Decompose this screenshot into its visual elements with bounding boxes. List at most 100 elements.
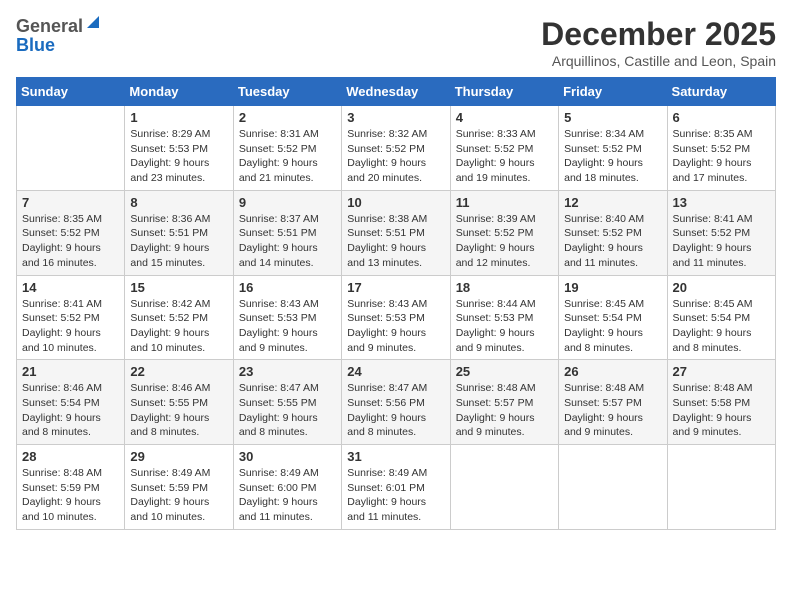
calendar-cell: 21 Sunrise: 8:46 AM Sunset: 5:54 PM Dayli… (17, 360, 125, 445)
day-number: 15 (130, 280, 227, 295)
logo-blue-text: Blue (16, 35, 55, 56)
day-number: 13 (673, 195, 770, 210)
location: Arquillinos, Castille and Leon, Spain (541, 53, 776, 69)
day-info: Sunrise: 8:37 AM Sunset: 5:51 PM Dayligh… (239, 212, 336, 271)
day-info: Sunrise: 8:48 AM Sunset: 5:59 PM Dayligh… (22, 466, 119, 525)
calendar-cell: 29Sunrise: 8:49 AM Sunset: 5:59 PM Dayli… (125, 445, 233, 530)
page-header: General Blue December 2025 Arquillinos, … (16, 16, 776, 69)
day-info: Sunrise: 8:43 AM Sunset: 5:53 PM Dayligh… (347, 297, 444, 356)
day-number: 28 (22, 449, 119, 464)
day-number: 19 (564, 280, 661, 295)
day-number: 3 (347, 110, 444, 125)
day-info: Sunrise: 8:41 AM Sunset: 5:52 PM Dayligh… (673, 212, 770, 271)
day-number: 26 (564, 364, 661, 379)
calendar-cell: 31 Sunrise: 8:49 AM Sunset: 6:01 PM Dayli… (342, 445, 450, 530)
calendar-cell: 28 Sunrise: 8:48 AM Sunset: 5:59 PM Dayli… (17, 445, 125, 530)
day-info: Sunrise: 8:48 AM Sunset: 5:57 PM Dayligh… (564, 381, 661, 440)
calendar-table: SundayMondayTuesdayWednesdayThursdayFrid… (16, 77, 776, 530)
calendar-cell: 19 Sunrise: 8:45 AM Sunset: 5:54 PM Dayli… (559, 275, 667, 360)
day-info: Sunrise: 8:39 AM Sunset: 5:52 PM Dayligh… (456, 212, 553, 271)
day-info: Sunrise: 8:46 AM Sunset: 5:55 PM Dayligh… (130, 381, 227, 440)
calendar-cell: 25 Sunrise: 8:48 AM Sunset: 5:57 PM Dayli… (450, 360, 558, 445)
logo: General Blue (16, 16, 99, 56)
day-info: Sunrise: 8:42 AM Sunset: 5:52 PM Dayligh… (130, 297, 227, 356)
calendar-cell (667, 445, 775, 530)
calendar-week-row: 28 Sunrise: 8:48 AM Sunset: 5:59 PM Dayli… (17, 445, 776, 530)
day-info: Sunrise: 8:45 AM Sunset: 5:54 PM Dayligh… (564, 297, 661, 356)
calendar-cell: 14Sunrise: 8:41 AM Sunset: 5:52 PM Dayli… (17, 275, 125, 360)
calendar-cell: 20 Sunrise: 8:45 AM Sunset: 5:54 PM Dayli… (667, 275, 775, 360)
calendar-week-row: 1 Sunrise: 8:29 AM Sunset: 5:53 PM Daylig… (17, 106, 776, 191)
calendar-cell: 18 Sunrise: 8:44 AM Sunset: 5:53 PM Dayli… (450, 275, 558, 360)
day-info: Sunrise: 8:47 AM Sunset: 5:56 PM Dayligh… (347, 381, 444, 440)
calendar-week-row: 14Sunrise: 8:41 AM Sunset: 5:52 PM Dayli… (17, 275, 776, 360)
day-info: Sunrise: 8:36 AM Sunset: 5:51 PM Dayligh… (130, 212, 227, 271)
day-number: 11 (456, 195, 553, 210)
day-info: Sunrise: 8:34 AM Sunset: 5:52 PM Dayligh… (564, 127, 661, 186)
day-info: Sunrise: 8:31 AM Sunset: 5:52 PM Dayligh… (239, 127, 336, 186)
calendar-cell: 26 Sunrise: 8:48 AM Sunset: 5:57 PM Dayli… (559, 360, 667, 445)
day-info: Sunrise: 8:44 AM Sunset: 5:53 PM Dayligh… (456, 297, 553, 356)
calendar-cell: 3Sunrise: 8:32 AM Sunset: 5:52 PM Daylig… (342, 106, 450, 191)
day-number: 12 (564, 195, 661, 210)
day-header-tuesday: Tuesday (233, 78, 341, 106)
day-number: 4 (456, 110, 553, 125)
day-info: Sunrise: 8:45 AM Sunset: 5:54 PM Dayligh… (673, 297, 770, 356)
day-number: 5 (564, 110, 661, 125)
day-info: Sunrise: 8:38 AM Sunset: 5:51 PM Dayligh… (347, 212, 444, 271)
day-info: Sunrise: 8:33 AM Sunset: 5:52 PM Dayligh… (456, 127, 553, 186)
day-info: Sunrise: 8:49 AM Sunset: 6:00 PM Dayligh… (239, 466, 336, 525)
day-info: Sunrise: 8:48 AM Sunset: 5:58 PM Dayligh… (673, 381, 770, 440)
day-number: 22 (130, 364, 227, 379)
calendar-cell: 16 Sunrise: 8:43 AM Sunset: 5:53 PM Dayli… (233, 275, 341, 360)
calendar-week-row: 21 Sunrise: 8:46 AM Sunset: 5:54 PM Dayli… (17, 360, 776, 445)
calendar-cell (559, 445, 667, 530)
day-header-thursday: Thursday (450, 78, 558, 106)
day-number: 6 (673, 110, 770, 125)
day-number: 25 (456, 364, 553, 379)
day-info: Sunrise: 8:47 AM Sunset: 5:55 PM Dayligh… (239, 381, 336, 440)
calendar-cell: 11 Sunrise: 8:39 AM Sunset: 5:52 PM Dayli… (450, 190, 558, 275)
day-info: Sunrise: 8:48 AM Sunset: 5:57 PM Dayligh… (456, 381, 553, 440)
month-title: December 2025 (541, 16, 776, 53)
day-number: 1 (130, 110, 227, 125)
calendar-cell: 9Sunrise: 8:37 AM Sunset: 5:51 PM Daylig… (233, 190, 341, 275)
day-header-saturday: Saturday (667, 78, 775, 106)
day-info: Sunrise: 8:35 AM Sunset: 5:52 PM Dayligh… (673, 127, 770, 186)
calendar-cell: 27 Sunrise: 8:48 AM Sunset: 5:58 PM Dayli… (667, 360, 775, 445)
calendar-cell: 7Sunrise: 8:35 AM Sunset: 5:52 PM Daylig… (17, 190, 125, 275)
day-number: 29 (130, 449, 227, 464)
calendar-week-row: 7Sunrise: 8:35 AM Sunset: 5:52 PM Daylig… (17, 190, 776, 275)
calendar-cell (17, 106, 125, 191)
calendar-cell: 4 Sunrise: 8:33 AM Sunset: 5:52 PM Daylig… (450, 106, 558, 191)
calendar-cell: 15 Sunrise: 8:42 AM Sunset: 5:52 PM Dayli… (125, 275, 233, 360)
logo-general-text: General (16, 16, 83, 37)
calendar-header-row: SundayMondayTuesdayWednesdayThursdayFrid… (17, 78, 776, 106)
calendar-cell: 6 Sunrise: 8:35 AM Sunset: 5:52 PM Daylig… (667, 106, 775, 191)
day-number: 2 (239, 110, 336, 125)
day-info: Sunrise: 8:29 AM Sunset: 5:53 PM Dayligh… (130, 127, 227, 186)
day-number: 20 (673, 280, 770, 295)
day-number: 31 (347, 449, 444, 464)
day-number: 14 (22, 280, 119, 295)
day-number: 10 (347, 195, 444, 210)
logo-triangle-icon (85, 14, 99, 30)
day-header-friday: Friday (559, 78, 667, 106)
day-info: Sunrise: 8:49 AM Sunset: 6:01 PM Dayligh… (347, 466, 444, 525)
calendar-cell: 5 Sunrise: 8:34 AM Sunset: 5:52 PM Daylig… (559, 106, 667, 191)
calendar-cell: 17Sunrise: 8:43 AM Sunset: 5:53 PM Dayli… (342, 275, 450, 360)
day-number: 18 (456, 280, 553, 295)
day-info: Sunrise: 8:46 AM Sunset: 5:54 PM Dayligh… (22, 381, 119, 440)
calendar-cell: 24Sunrise: 8:47 AM Sunset: 5:56 PM Dayli… (342, 360, 450, 445)
day-info: Sunrise: 8:43 AM Sunset: 5:53 PM Dayligh… (239, 297, 336, 356)
calendar-cell: 2 Sunrise: 8:31 AM Sunset: 5:52 PM Daylig… (233, 106, 341, 191)
day-number: 27 (673, 364, 770, 379)
calendar-cell: 1 Sunrise: 8:29 AM Sunset: 5:53 PM Daylig… (125, 106, 233, 191)
calendar-cell: 12Sunrise: 8:40 AM Sunset: 5:52 PM Dayli… (559, 190, 667, 275)
calendar-cell: 23Sunrise: 8:47 AM Sunset: 5:55 PM Dayli… (233, 360, 341, 445)
day-info: Sunrise: 8:35 AM Sunset: 5:52 PM Dayligh… (22, 212, 119, 271)
title-section: December 2025 Arquillinos, Castille and … (541, 16, 776, 69)
day-number: 16 (239, 280, 336, 295)
calendar-cell: 30Sunrise: 8:49 AM Sunset: 6:00 PM Dayli… (233, 445, 341, 530)
day-number: 21 (22, 364, 119, 379)
